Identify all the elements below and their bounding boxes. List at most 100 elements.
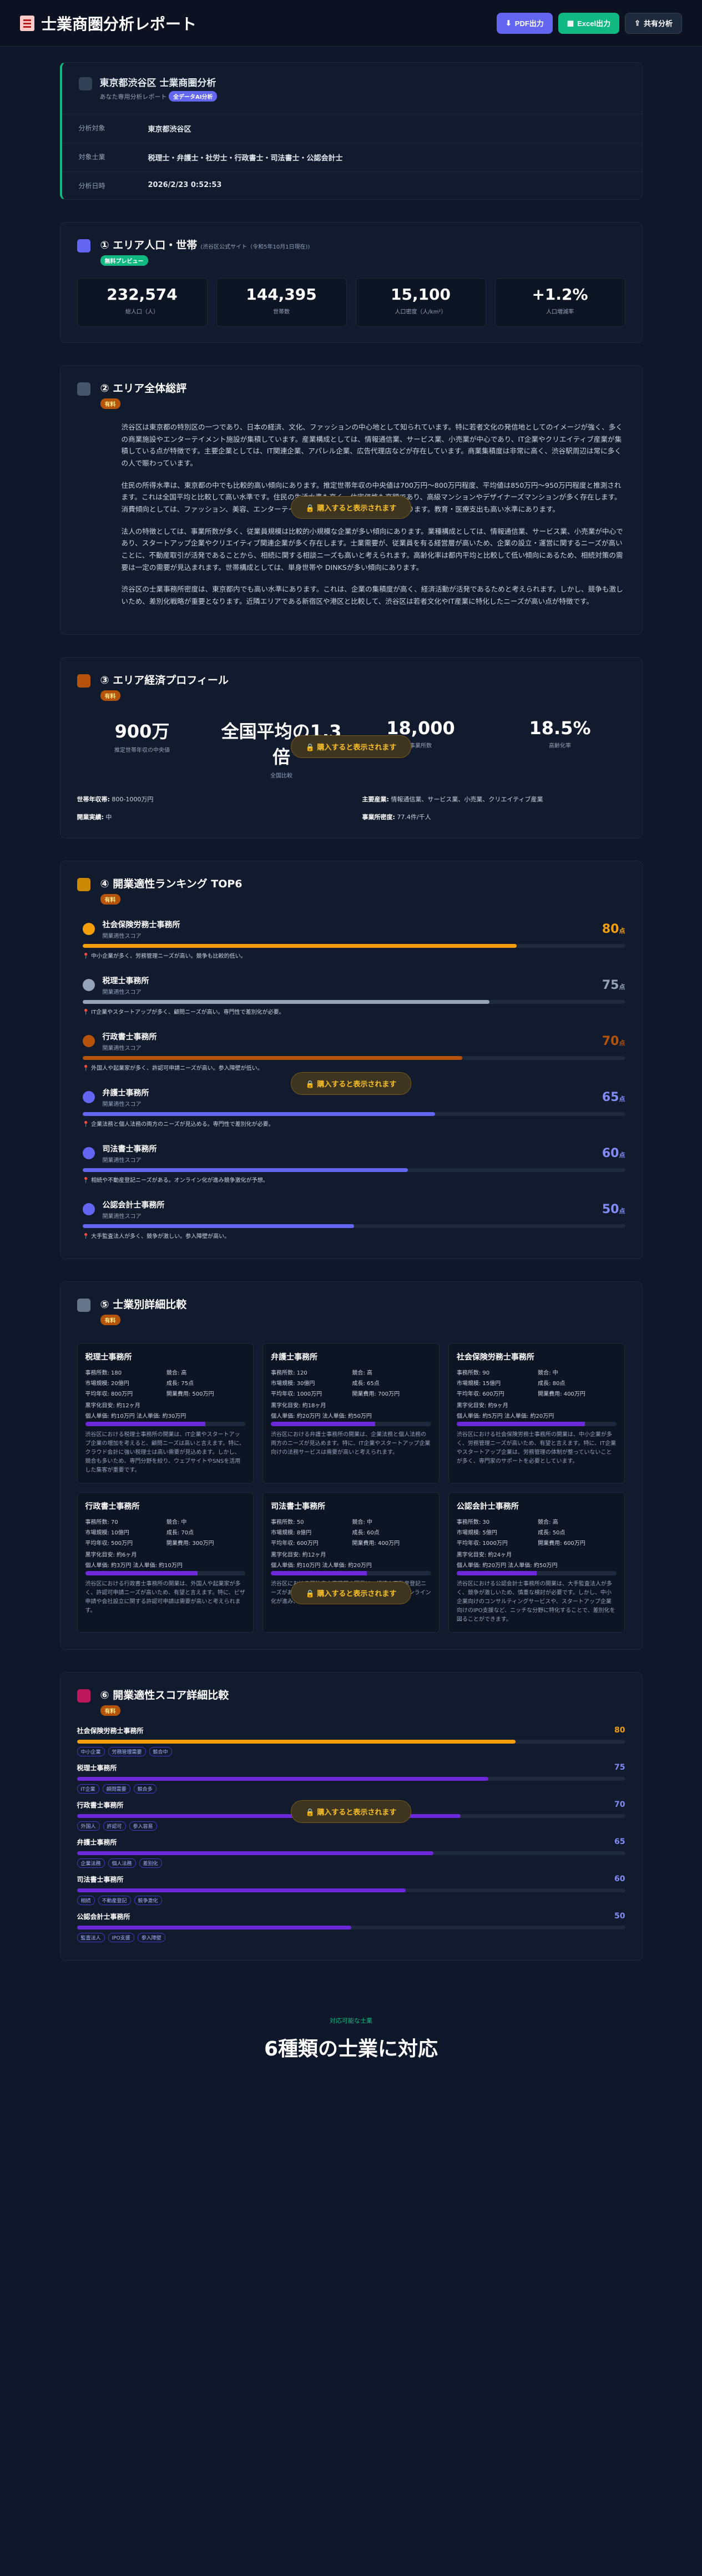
ranking-score-unit: 点 — [619, 1095, 625, 1103]
growth-bar — [456, 1421, 617, 1426]
ranking-score-value: 50 — [602, 1202, 619, 1216]
ranking-score-unit: 点 — [619, 1207, 625, 1215]
economy-label: 高齢化率 — [549, 743, 571, 749]
section-title: ⑥ 開業適性スコア詳細比較 — [100, 1689, 229, 1701]
score-tag: 外国人 — [77, 1821, 100, 1831]
comparison-description: 渋谷区における公認会計士事務所の開業は、大手監査法人が多く、競争が激しいため、慎… — [456, 1580, 615, 1623]
score-name: 弁護士事務所 — [77, 1838, 117, 1846]
metric: 市場規模: 15億円 — [456, 1380, 501, 1387]
score-tags: 相続 不動産登記 競争激化 — [77, 1895, 625, 1905]
economy-section: ③ エリア経済プロフィール 有料 900万 推定世帯年収の中央値 全国平均の1.3倍… — [59, 656, 643, 839]
score-bar-fill — [82, 1112, 436, 1116]
stat-label: 人口密度（人/km²） — [395, 309, 447, 315]
lock-icon: 🔒 — [305, 743, 315, 752]
economy-stat: 18.5% 高齢化率 — [495, 718, 625, 779]
ranking-sub: 開業適性スコア — [102, 933, 142, 940]
unit-price: 個人単価: 約3万円 法人単価: 約10万円 — [85, 1562, 183, 1569]
economy-row: 開業実績: 中 — [77, 812, 340, 821]
overview-paragraph: 渋谷区の士業事務所密度は、東京都内でも高い水準にあります。これは、企業の集積度が… — [121, 585, 623, 605]
comparison-title: 社会保険労務士事務所 — [456, 1352, 534, 1362]
source-note: (渋谷区公式サイト（令和5年10月1日現在)) — [200, 244, 310, 250]
lock-icon: 🔒 — [305, 1080, 315, 1089]
score-header: 弁護士事務所 65 — [77, 1837, 625, 1847]
metric: 開業費用: 400万円 — [352, 1540, 400, 1547]
rank-medal-icon — [82, 1035, 95, 1048]
metric: 成長: 80点 — [538, 1380, 565, 1387]
ranking-name-block: 税理士事務所 開業適性スコア — [103, 975, 149, 996]
target-icon — [77, 1689, 90, 1703]
metric: 競合: 中 — [166, 1519, 187, 1526]
pdf-export-button[interactable]: ⬇ PDF出力 — [496, 12, 553, 34]
score-item: 公認会計士事務所 50 監査法人 IPO支援 参入障壁 — [60, 1908, 642, 1946]
score-bar — [82, 999, 625, 1004]
metric: 事務所数: 180 — [85, 1370, 122, 1376]
purchase-lock-button[interactable]: 🔒 購入すると表示されます — [290, 496, 412, 519]
purchase-lock-button[interactable]: 🔒 購入すると表示されます — [290, 735, 412, 758]
comparison-section: ⑤ 士業別詳細比較 有料 税理士事務所 事務所数: 180 競合: 高市場規模: 2… — [59, 1281, 643, 1650]
metric: 市場規模: 10億円 — [85, 1529, 129, 1536]
free-badge: 無料プレビュー — [100, 255, 148, 266]
lock-label: 購入すると表示されます — [317, 1589, 397, 1598]
score-value: 70 — [614, 1800, 625, 1810]
unit-price: 個人単価: 約20万円 法人単価: 約50万円 — [456, 1562, 558, 1569]
score-value: 50 — [614, 1912, 625, 1921]
score-tag: 競合多 — [133, 1784, 156, 1794]
score-name: 行政書士事務所 — [77, 1801, 124, 1809]
growth-bar-fill — [456, 1421, 585, 1426]
ranking-name: 公認会計士事務所 — [102, 1200, 165, 1210]
score-bar — [77, 1925, 625, 1930]
metric: 事務所数: 90 — [456, 1370, 490, 1376]
metric: 市場規模: 20億円 — [85, 1380, 129, 1387]
score-header: 社会保険労務士事務所 80 — [77, 1726, 625, 1735]
ranking-item: 司法書士事務所 開業適性スコア 60点 📍 相続や不動産登記ニーズがある。オンライン化… — [60, 1135, 642, 1191]
ranking-sub: 開業適性スコア — [102, 1213, 142, 1220]
footer-caption: 対応可能な士業 — [330, 2017, 372, 2024]
score-tag: 競合中 — [149, 1746, 172, 1756]
info-subtitle: あなた専用分析レポート — [99, 93, 167, 100]
score-tag: IPO支援 — [108, 1932, 134, 1942]
ranking-score-value: 60 — [602, 1146, 619, 1160]
stat-label: 世帯数 — [273, 309, 290, 315]
purchase-lock-button[interactable]: 🔒 購入すると表示されます — [290, 1800, 412, 1823]
ranking-header: 公認会計士事務所 開業適性スコア 50点 — [82, 1199, 625, 1220]
ranking-name: 税理士事務所 — [102, 976, 149, 986]
ranking-note: 📍 相続や不動産登記ニーズがある。オンライン化が進み競争激化が予想。 — [82, 1177, 269, 1184]
metric: 平均年収: 600万円 — [456, 1391, 504, 1397]
purchase-lock-button[interactable]: 🔒 購入すると表示されます — [290, 1581, 412, 1604]
metric: 開業費用: 400万円 — [538, 1391, 585, 1397]
paid-badge: 有料 — [100, 398, 120, 409]
economy-row-label: 開業実績: — [77, 813, 104, 821]
overview-paragraph: 渋谷区は東京都の特別区の一つであり、日本の経済、文化、ファッションの中心地として… — [121, 423, 623, 467]
purchase-lock-button[interactable]: 🔒 購入すると表示されます — [290, 1072, 412, 1095]
lock-label: 購入すると表示されます — [317, 1080, 397, 1089]
payback: 黒字化目安: 約9ヶ月 — [456, 1402, 508, 1409]
score-tag: 参入障壁 — [137, 1932, 165, 1942]
ranking-score: 65点 — [602, 1090, 625, 1104]
comparison-metrics: 事務所数: 120 競合: 高市場規模: 30億円 成長: 65点 平均年収: 100… — [271, 1368, 431, 1397]
excel-export-button[interactable]: ▦ Excel出力 — [558, 12, 620, 34]
comparison-title: 行政書士事務所 — [85, 1502, 140, 1511]
excel-label: Excel出力 — [577, 19, 611, 28]
share-button[interactable]: ⇪ 共有分析 — [625, 12, 682, 34]
lock-icon: 🔒 — [305, 1589, 315, 1598]
ai-badge: 全データAI分析 — [169, 91, 218, 102]
ranking-score-value: 65 — [602, 1090, 619, 1104]
score-tag: 中小企業 — [77, 1746, 105, 1756]
section-title: ② エリア全体総評 — [100, 382, 187, 395]
metric: 成長: 70点 — [166, 1529, 194, 1536]
comparison-metrics: 事務所数: 50 競合: 中市場規模: 8億円 成長: 60点 平均年収: 600万円… — [271, 1517, 431, 1547]
comparison-description: 渋谷区における社会保険労務士事務所の開業は、中小企業が多く、労務管理ニーズが高い… — [456, 1431, 617, 1464]
lock-icon: 🔒 — [305, 1808, 315, 1817]
score-value: 60 — [614, 1875, 625, 1884]
stat-card: 144,395 世帯数 — [216, 278, 347, 327]
economy-row-value: 中 — [103, 813, 112, 821]
location-icon — [78, 77, 92, 90]
people-icon — [77, 239, 90, 252]
comparison-description: 渋谷区における行政書士事務所の開業は、外国人や起業家が多く、許認可申請ニーズが高… — [85, 1580, 245, 1614]
share-label: 共有分析 — [643, 19, 673, 28]
chart-icon — [77, 1298, 90, 1312]
payback: 黒字化目安: 約12ヶ月 — [271, 1552, 326, 1558]
economy-label: 推定世帯年収の中央値 — [114, 747, 170, 754]
info-value: 税理士・弁護士・社労士・行政書士・司法書士・公認会計士 — [148, 154, 343, 163]
rank-medal-icon — [82, 979, 95, 992]
